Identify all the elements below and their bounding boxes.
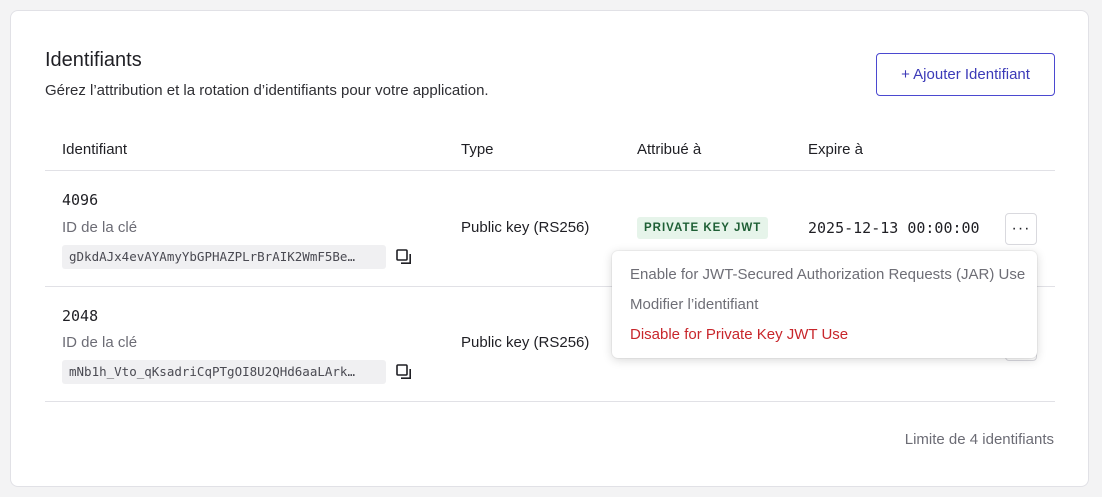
key-id-value: gDkdAJx4evAYAmyYbGPHAZPLrBrAIK2WmF5Be… [62, 245, 386, 269]
copy-icon[interactable] [395, 363, 413, 381]
assigned-badge: PRIVATE KEY JWT [637, 217, 769, 239]
key-id-value: mNb1h_Vto_qKsadriCqPTgOI8U2QHd6aaLArk… [62, 360, 386, 384]
menu-item-enable-jar[interactable]: Enable for JWT-Secured Authorization Req… [630, 266, 1025, 283]
row-more-button[interactable]: ··· [1005, 213, 1037, 245]
header-divider [45, 170, 1055, 171]
column-header-type: Type [461, 141, 494, 158]
column-header-expires: Expire à [808, 141, 864, 158]
credentials-card: Identifiants Gérez l’attribution et la r… [10, 10, 1089, 487]
key-size: 2048 [62, 307, 99, 325]
copy-icon[interactable] [395, 248, 413, 266]
key-id-label: ID de la clé [62, 219, 138, 236]
key-type: Public key (RS256) [461, 334, 590, 351]
add-credential-button[interactable]: + Ajouter Identifiant [876, 53, 1055, 96]
key-type: Public key (RS256) [461, 219, 590, 236]
row-divider [45, 401, 1055, 402]
page-title: Identifiants [45, 49, 142, 71]
key-size: 4096 [62, 191, 99, 209]
column-header-identifiant: Identifiant [62, 141, 128, 158]
page-subtitle: Gérez l’attribution et la rotation d’ide… [45, 82, 489, 99]
row-actions-menu: Enable for JWT-Secured Authorization Req… [612, 251, 1037, 358]
menu-item-disable-private-key-jwt[interactable]: Disable for Private Key JWT Use [630, 326, 848, 343]
more-horizontal-icon: ··· [1011, 220, 1031, 237]
column-header-assigned: Attribué à [637, 141, 702, 158]
expires-at: 2025-12-13 00:00:00 [808, 219, 980, 237]
credential-limit-text: Limite de 4 identifiants [904, 431, 1054, 448]
key-id-label: ID de la clé [62, 334, 138, 351]
menu-item-edit-credential[interactable]: Modifier l’identifiant [630, 296, 758, 313]
